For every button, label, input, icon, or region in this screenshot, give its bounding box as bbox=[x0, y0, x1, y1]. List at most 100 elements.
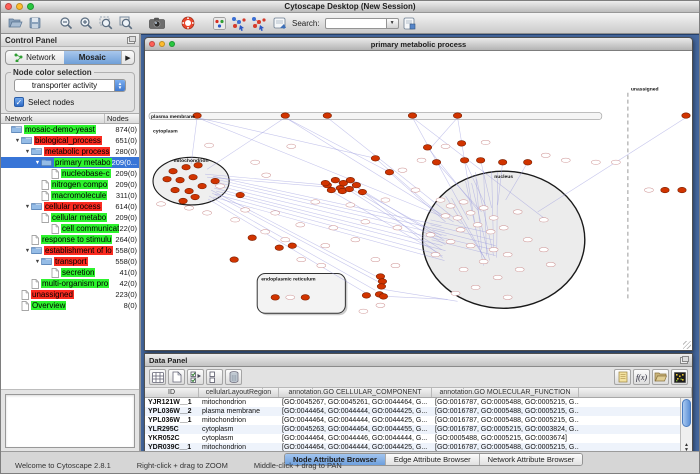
cell[interactable]: [GO:0016787, GO:0005488, GO:0005215, G..… bbox=[432, 398, 579, 407]
import-attributes-icon[interactable] bbox=[652, 369, 669, 385]
table-row-YPL036W__2[interactable]: YPL036W__2plasma membrane[GO:0044464, GO… bbox=[145, 407, 692, 416]
cell[interactable]: [GO:0045267, GO:0045261, GO:0044464, G..… bbox=[279, 398, 432, 407]
new-attribute-icon[interactable] bbox=[168, 369, 185, 385]
tree-row-transport[interactable]: ▼transport558(0) bbox=[1, 256, 139, 267]
tree-row-mosaic-demo-yeast[interactable]: mosaic-demo-yeast874(0) bbox=[1, 124, 139, 135]
combo-stepper-icon[interactable]: ▲▼ bbox=[114, 79, 125, 92]
cell[interactable]: plasma membrane bbox=[199, 407, 279, 416]
open-file-icon[interactable] bbox=[6, 15, 24, 32]
cell[interactable]: [GO:0044464, GO:0044446, GO:0044444, G..… bbox=[279, 434, 432, 443]
formula-fx-icon[interactable]: f(x) bbox=[633, 369, 650, 385]
annotation-import-icon[interactable] bbox=[270, 15, 288, 32]
attribute-matrix-icon[interactable] bbox=[671, 369, 688, 385]
zoom-fit-icon[interactable] bbox=[117, 15, 135, 32]
unselect-attributes-icon[interactable] bbox=[206, 369, 223, 385]
cell[interactable]: [GO:0045263, GO:0044464, GO:0044455, G..… bbox=[279, 425, 432, 434]
resize-grip[interactable] bbox=[683, 341, 691, 349]
tree-row-overview[interactable]: Overview8(0) bbox=[1, 300, 139, 311]
search-input[interactable] bbox=[325, 18, 387, 29]
tree-row-secretion[interactable]: secretion41(0) bbox=[1, 267, 139, 278]
column-nodes[interactable]: Nodes bbox=[105, 114, 139, 123]
tree-row-macromolecule[interactable]: macromolecule311(0) bbox=[1, 190, 139, 201]
float-data-panel-icon[interactable] bbox=[680, 357, 688, 364]
select-attributes-icon[interactable] bbox=[187, 369, 204, 385]
new-network-from-selected-nodes-icon[interactable] bbox=[230, 15, 248, 32]
tree-row-cellular-process[interactable]: ▼cellular process614(0) bbox=[1, 201, 139, 212]
delete-attribute-icon[interactable] bbox=[225, 369, 242, 385]
tree-row-unassigned[interactable]: unassigned223(0) bbox=[1, 289, 139, 300]
network-window-titlebar[interactable]: primary metabolic process bbox=[145, 38, 692, 51]
tree-row-establishment-of-lo[interactable]: ▼establishment of lo558(0) bbox=[1, 245, 139, 256]
tab-network-attribute-browser[interactable]: Network Attribute Browser bbox=[480, 454, 583, 465]
save-session-icon[interactable] bbox=[26, 15, 44, 32]
notes-icon[interactable] bbox=[614, 369, 631, 385]
cell[interactable]: YKR052C bbox=[145, 434, 199, 443]
tree-row-primary-metabo[interactable]: ▼primary metabo209(0... bbox=[1, 157, 139, 168]
cell[interactable]: cytoplasm bbox=[199, 434, 279, 443]
table-scrollbar-thumb[interactable] bbox=[682, 399, 691, 427]
cell[interactable]: [GO:0044464, GO:0044444, GO:0044425, G..… bbox=[279, 407, 432, 416]
cell[interactable]: YPL036W__1 bbox=[145, 416, 199, 425]
cell[interactable]: cytoplasm bbox=[199, 425, 279, 434]
tree-row-cell-communicat[interactable]: cell communicat22(0) bbox=[1, 223, 139, 234]
gene-node bbox=[286, 295, 295, 299]
tree-expander-icon[interactable]: ▼ bbox=[34, 259, 41, 265]
tree-row-nitrogen-compo[interactable]: nitrogen compo209(0) bbox=[1, 179, 139, 190]
cell[interactable]: mitochondrion bbox=[199, 416, 279, 425]
vizmapper-icon[interactable] bbox=[210, 15, 228, 32]
network-graph[interactable]: plasma membranecytoplasmmitochondrionnuc… bbox=[145, 51, 692, 350]
help-lifebuoy-icon[interactable] bbox=[179, 15, 197, 32]
tree-expander-icon[interactable]: ▼ bbox=[24, 149, 31, 155]
tree-row-response-to-stimulu[interactable]: response to stimulu264(0) bbox=[1, 234, 139, 245]
column-header-id[interactable]: ID bbox=[145, 388, 199, 397]
tab-network[interactable]: Network bbox=[6, 51, 64, 64]
tree-row-multi-organism-pro[interactable]: multi-organism pro42(0) bbox=[1, 278, 139, 289]
tree-row-biological-process[interactable]: ▼biological_process651(0) bbox=[1, 135, 139, 146]
birdseye-view-panel[interactable] bbox=[5, 394, 135, 448]
cell[interactable]: [GO:0005488, GO:0005215, GO:0003674] bbox=[432, 434, 579, 443]
tree-expander-icon[interactable]: ▼ bbox=[24, 204, 31, 210]
select-nodes-checkbox[interactable]: ✓ bbox=[14, 97, 24, 107]
tree-row-cellular-metabo[interactable]: cellular metabo209(0) bbox=[1, 212, 139, 223]
cell[interactable]: [GO:0044464, GO:0044444, GO:0044425, G..… bbox=[279, 416, 432, 425]
table-scrollbar[interactable]: ▲▼ bbox=[680, 398, 692, 453]
cell[interactable]: [GO:0016787, GO:0005215, GO:0003824, G..… bbox=[432, 425, 579, 434]
network-label: primary metabo bbox=[54, 158, 112, 167]
search-dropdown-arrow-icon[interactable]: ▼ bbox=[387, 18, 399, 29]
cell[interactable]: mitochondrion bbox=[199, 398, 279, 407]
cell[interactable]: YPL036W__2 bbox=[145, 407, 199, 416]
table-row-YLR295C[interactable]: YLR295Ccytoplasm[GO:0045263, GO:0044464,… bbox=[145, 425, 692, 434]
tree-expander-icon[interactable]: ▼ bbox=[34, 160, 41, 166]
column-header-1[interactable]: cellularLayoutRegion bbox=[199, 388, 279, 397]
cell[interactable]: YLR295C bbox=[145, 425, 199, 434]
table-row-YPL036W__1[interactable]: YPL036W__1mitochondrion[GO:0044464, GO:0… bbox=[145, 416, 692, 425]
tree-row-metabolic-process[interactable]: ▼metabolic process280(0) bbox=[1, 146, 139, 157]
table-row-YKR052C[interactable]: YKR052Ccytoplasm[GO:0044464, GO:0044446,… bbox=[145, 434, 692, 443]
column-header-3[interactable]: annotation.GO MOLECULAR_FUNCTION bbox=[432, 388, 579, 397]
more-tabs-arrow-icon[interactable]: ▶ bbox=[121, 51, 134, 64]
tab-edge-attribute-browser[interactable]: Edge Attribute Browser bbox=[386, 454, 480, 465]
attribute-grid-icon[interactable] bbox=[149, 369, 166, 385]
column-network[interactable]: Network bbox=[1, 114, 105, 123]
tree-expander-icon[interactable]: ▼ bbox=[14, 138, 21, 144]
column-header-2[interactable]: annotation.GO CELLULAR_COMPONENT bbox=[279, 388, 432, 397]
gene-node bbox=[561, 158, 570, 162]
cell[interactable]: YJR121W__1 bbox=[145, 398, 199, 407]
search-configure-icon[interactable] bbox=[401, 15, 419, 32]
tab-mosaic[interactable]: Mosaic bbox=[64, 51, 122, 64]
tree-row-nucleobase-c[interactable]: nucleobase-c209(0) bbox=[1, 168, 139, 179]
data-panel-titlebar[interactable]: Data Panel bbox=[145, 354, 692, 367]
new-network-from-selected-edges-icon[interactable] bbox=[250, 15, 268, 32]
tree-expander-icon[interactable]: ▼ bbox=[24, 248, 31, 254]
cell[interactable]: [GO:0016787, GO:0005488, GO:0005215, G..… bbox=[432, 407, 579, 416]
zoom-out-icon[interactable] bbox=[57, 15, 75, 32]
cell[interactable]: [GO:0016787, GO:0005488, GO:0005215, G..… bbox=[432, 416, 579, 425]
table-row-YJR121W__1[interactable]: YJR121W__1mitochondrion[GO:0045267, GO:0… bbox=[145, 398, 692, 407]
float-panel-icon[interactable] bbox=[127, 37, 135, 44]
network-canvas[interactable]: plasma membranecytoplasmmitochondrionnuc… bbox=[145, 51, 692, 350]
status-bar: Welcome to Cytoscape 2.8.1 Right-click +… bbox=[15, 461, 342, 470]
node-color-combo[interactable]: transporter activity ▲▼ bbox=[14, 79, 126, 92]
zoom-in-icon[interactable] bbox=[77, 15, 95, 32]
snapshot-camera-icon[interactable] bbox=[148, 15, 166, 32]
zoom-selected-icon[interactable] bbox=[97, 15, 115, 32]
